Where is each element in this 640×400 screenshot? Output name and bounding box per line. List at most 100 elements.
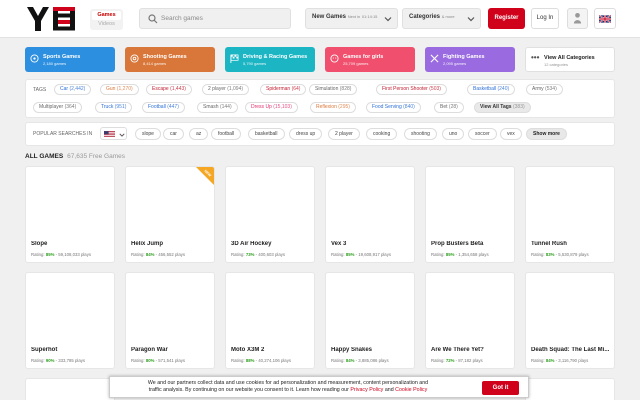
game-title[interactable]: Moto X3M 2 xyxy=(231,347,314,353)
tag-chip[interactable]: Smash (144) xyxy=(197,102,238,113)
popular-search-chip[interactable]: az xyxy=(189,128,209,140)
game-title[interactable]: Vex 3 xyxy=(331,241,414,247)
popular-search-chip[interactable]: car xyxy=(163,128,184,140)
game-meta: Rating: 84% - 3,116,790 plays xyxy=(531,358,588,363)
tag-chip[interactable]: Simulation (828) xyxy=(309,84,358,95)
cookie-policy-link[interactable]: Cookie Policy xyxy=(395,387,427,393)
show-more-button[interactable]: Show more xyxy=(526,128,567,140)
category-shooting[interactable]: Shooting Games 8,414 games xyxy=(125,47,215,72)
user-button[interactable] xyxy=(567,8,588,29)
tag-chip[interactable]: Escape (1,443) xyxy=(146,84,192,95)
register-button[interactable]: Register xyxy=(488,8,525,29)
game-card[interactable]: Moto X3M 2 Rating: 88% - 40,274,106 plays xyxy=(225,272,315,369)
tag-count: (295) xyxy=(338,104,350,110)
tag-name: Simulation xyxy=(315,86,339,92)
tag-chip[interactable]: Bet (28) xyxy=(434,102,464,113)
tag-name: Multiplayer xyxy=(39,104,64,110)
game-card[interactable]: Superhot Rating: 90% - 333,785 plays xyxy=(25,272,115,369)
game-card[interactable]: Death Squad: The Last Mi... Rating: 84% -… xyxy=(525,272,615,369)
game-title[interactable]: 3D Air Hockey xyxy=(231,241,314,247)
game-card[interactable]: Slope Rating: 85% - 59,108,033 plays xyxy=(25,166,115,263)
popular-search-chip[interactable]: dress up xyxy=(289,128,323,140)
tag-count: (1,094) xyxy=(227,86,244,92)
tag-chip[interactable]: Truck (951) xyxy=(95,102,133,113)
game-card-partial[interactable] xyxy=(25,378,115,400)
tag-count: (828) xyxy=(339,86,352,92)
tag-chip[interactable]: Spiderman (64) xyxy=(260,84,307,95)
cookie-and: and xyxy=(384,387,394,393)
game-title[interactable]: Happy Snakes xyxy=(331,347,414,353)
tag-count: (28) xyxy=(448,104,458,110)
game-card[interactable]: NEW Helix Jump Rating: 84% - 456,552 plays xyxy=(125,166,215,263)
game-card[interactable]: Are We There Yet? Rating: 72% - 87,182 pl… xyxy=(425,272,515,369)
game-title[interactable]: Superhot xyxy=(31,347,114,353)
tag-count: (503) xyxy=(429,86,441,92)
popular-search-chip[interactable]: shooting xyxy=(404,128,437,140)
game-title[interactable]: Death Squad: The Last Mi... xyxy=(531,347,614,353)
game-card[interactable]: Prop Busters Beta Rating: 85% - 1,354,658… xyxy=(425,166,515,263)
mode-games-tab[interactable]: Games xyxy=(92,11,121,20)
search-input[interactable]: Search games xyxy=(139,8,291,29)
popular-search-chip[interactable]: basketball xyxy=(248,128,285,140)
game-plays: 1,354,658 plays xyxy=(458,252,489,257)
mode-videos-tab[interactable]: Videos xyxy=(92,20,121,28)
game-card[interactable]: Vex 3 Rating: 85% - 19,608,917 plays xyxy=(325,166,415,263)
game-card[interactable]: Happy Snakes Rating: 84% - 3,885,086 play… xyxy=(325,272,415,369)
game-title[interactable]: Prop Busters Beta xyxy=(431,241,514,247)
category-name: Driving & Racing Games xyxy=(243,54,308,60)
tag-chip[interactable]: Multiplayer (364) xyxy=(33,102,83,113)
game-card-partial[interactable] xyxy=(525,378,615,400)
tag-chip[interactable]: Football (447) xyxy=(142,102,185,113)
popular-search-chip[interactable]: 2 player xyxy=(328,128,360,140)
language-button[interactable] xyxy=(594,8,616,29)
new-games-next-label: Next in xyxy=(347,14,361,19)
popular-search-chip[interactable]: cooking xyxy=(366,128,398,140)
popular-search-chip[interactable]: uno xyxy=(442,128,465,140)
game-plays: 456,552 plays xyxy=(158,252,186,257)
view-all-tags-button[interactable]: View All Tags (383) xyxy=(474,102,531,113)
y8-logo[interactable] xyxy=(27,7,77,31)
game-plays: 333,785 plays xyxy=(58,358,86,363)
tag-chip[interactable]: Food Serving (840) xyxy=(366,102,421,113)
category-fighting[interactable]: Fighting Games 2,095 games xyxy=(425,47,515,72)
tag-chip[interactable]: Basketball (240) xyxy=(467,84,516,95)
login-button[interactable]: Log In xyxy=(531,8,559,29)
popular-search-chip[interactable]: football xyxy=(211,128,242,140)
tag-chip[interactable]: 2 player (1,094) xyxy=(202,84,250,95)
popular-search-chip[interactable]: soccer xyxy=(468,128,497,140)
game-card[interactable]: Tunnel Rush Rating: 83% - 5,530,879 plays xyxy=(525,166,615,263)
game-title[interactable]: Paragon War xyxy=(131,347,214,353)
game-title[interactable]: Helix Jump xyxy=(131,241,214,247)
categories-dropdown[interactable]: Categories & more xyxy=(402,8,481,29)
category-girls[interactable]: Games for girls 25,709 games xyxy=(325,47,415,72)
chevron-down-icon xyxy=(119,133,125,137)
new-games-dropdown[interactable]: New Games Next in 01:14:15 xyxy=(305,8,398,29)
tag-chip[interactable]: Car (2,442) xyxy=(54,84,92,95)
tag-name: Escape xyxy=(152,86,169,92)
game-title[interactable]: Tunnel Rush xyxy=(531,241,614,247)
game-card[interactable]: Paragon War Rating: 80% - 571,541 plays xyxy=(125,272,215,369)
cookie-accept-button[interactable]: Got it xyxy=(482,381,519,395)
category-count: 25,709 games xyxy=(343,61,369,66)
game-card[interactable]: 3D Air Hockey Rating: 73% - 400,603 plays xyxy=(225,166,315,263)
popular-search-chip[interactable]: vex xyxy=(500,128,522,140)
rating-prefix: Rating: xyxy=(31,252,45,257)
privacy-policy-link[interactable]: Privacy Policy xyxy=(350,387,383,393)
category-driving-racing[interactable]: Driving & Racing Games 5,790 games xyxy=(225,47,315,72)
game-title[interactable]: Are We There Yet? xyxy=(431,347,514,353)
tag-chip[interactable]: Reflexion (295) xyxy=(310,102,356,113)
tag-chip[interactable]: Dress Up (15,103) xyxy=(245,102,298,113)
category-view-all[interactable]: ••• View All Categories 12 categories xyxy=(525,47,615,72)
new-games-label: New Games xyxy=(312,14,347,20)
tag-chip[interactable]: Army (534) xyxy=(526,84,563,95)
game-plays: 19,608,917 plays xyxy=(358,252,391,257)
popular-search-chip[interactable]: slope xyxy=(135,128,161,140)
game-title[interactable]: Slope xyxy=(31,241,114,247)
category-name: Games for girls xyxy=(343,54,384,60)
tag-chip[interactable]: First Person Shooter (503) xyxy=(376,84,447,95)
category-sports[interactable]: Sports Games 2,180 games xyxy=(25,47,115,72)
tag-name: Smash xyxy=(203,104,219,110)
tag-chip[interactable]: Gun (1,270) xyxy=(100,84,139,95)
region-select[interactable] xyxy=(100,127,127,140)
game-plays: 40,274,106 plays xyxy=(258,358,291,363)
